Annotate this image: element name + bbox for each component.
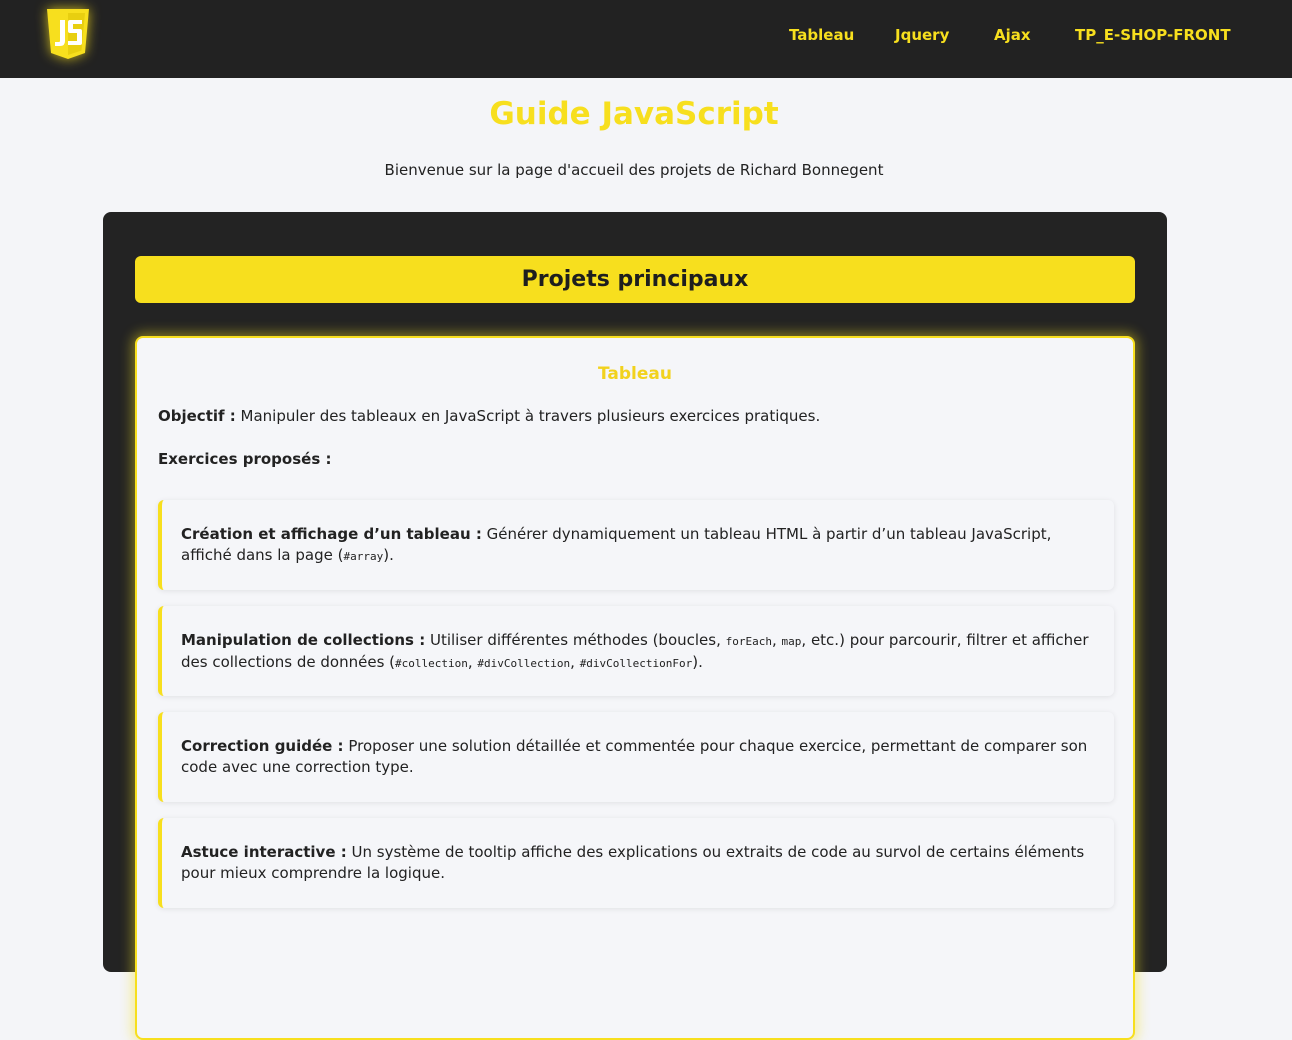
objective-text: Manipuler des tableaux en JavaScript à t… (235, 407, 821, 425)
code-snippet: #array (343, 550, 384, 563)
nav-link-ajax[interactable]: Ajax (994, 26, 1031, 44)
code-snippet: #collection (395, 657, 468, 670)
exercise-label: Astuce interactive : (181, 843, 347, 861)
exercise-item: Astuce interactive : Un système de toolt… (158, 818, 1114, 908)
page-title: Guide JavaScript (489, 96, 779, 132)
exercise-text: ). (383, 546, 394, 564)
code-snippet: forEach (725, 635, 772, 648)
exercise-label: Correction guidée : (181, 737, 344, 755)
code-snippet: #divCollectionFor (579, 657, 693, 670)
exercise-label: Création et affichage d’un tableau : (181, 525, 482, 543)
objective-label: Objectif : (158, 407, 236, 425)
exercise-text: ). (692, 653, 703, 671)
project-objective: Objectif : Manipuler des tableaux en Jav… (158, 407, 1118, 425)
exercise-text: , (467, 653, 478, 671)
nav-link-tp-eshop-front[interactable]: TP_E-SHOP-FRONT (1075, 26, 1231, 44)
javascript-logo-icon[interactable] (44, 7, 92, 61)
projects-panel: Projets principaux Tableau Objectif : Ma… (103, 212, 1167, 1040)
top-navbar: Tableau Jquery Ajax TP_E-SHOP-FRONT (0, 0, 1292, 78)
exercise-text: , (570, 653, 580, 671)
exercise-item: Manipulation de collections : Utiliser d… (158, 606, 1114, 696)
project-card-tableau: Tableau Objectif : Manipuler des tableau… (135, 336, 1135, 1040)
exercise-text: , (771, 631, 782, 649)
exercise-item: Correction guidée : Proposer une solutio… (158, 712, 1114, 802)
exercise-text: Utiliser différentes méthodes (boucles, (425, 631, 726, 649)
exercise-item: Création et affichage d’un tableau : Gén… (158, 500, 1114, 590)
project-title: Tableau (598, 364, 672, 384)
code-snippet: map (781, 635, 802, 648)
section-banner: Projets principaux (135, 256, 1135, 303)
section-title: Projets principaux (521, 267, 749, 292)
nav-link-jquery[interactable]: Jquery (895, 26, 949, 44)
page-subtitle: Bienvenue sur la page d'accueil des proj… (384, 161, 884, 179)
exercise-label: Manipulation de collections : (181, 631, 426, 649)
nav-link-tableau[interactable]: Tableau (789, 26, 854, 44)
code-snippet: #divCollection (477, 657, 571, 670)
exercises-heading: Exercices proposés : (158, 450, 332, 468)
